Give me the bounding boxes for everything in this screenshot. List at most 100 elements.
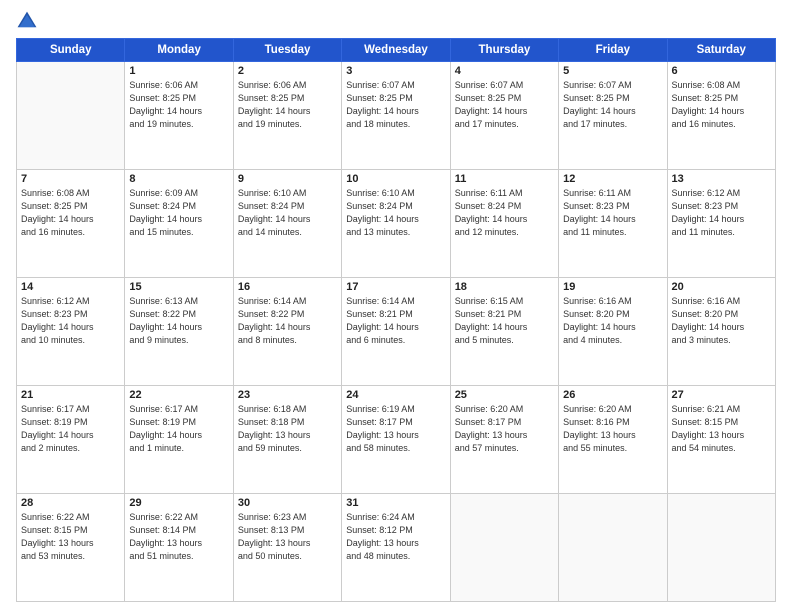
day-info: Sunrise: 6:10 AMSunset: 8:24 PMDaylight:… — [238, 187, 337, 239]
day-info: Sunrise: 6:20 AMSunset: 8:16 PMDaylight:… — [563, 403, 662, 455]
calendar-cell: 30Sunrise: 6:23 AMSunset: 8:13 PMDayligh… — [233, 494, 341, 602]
day-number: 18 — [455, 281, 554, 293]
calendar-cell: 6Sunrise: 6:08 AMSunset: 8:25 PMDaylight… — [667, 62, 775, 170]
calendar-cell: 7Sunrise: 6:08 AMSunset: 8:25 PMDaylight… — [17, 170, 125, 278]
day-number: 31 — [346, 497, 445, 509]
day-number: 12 — [563, 173, 662, 185]
calendar-cell: 27Sunrise: 6:21 AMSunset: 8:15 PMDayligh… — [667, 386, 775, 494]
day-info: Sunrise: 6:24 AMSunset: 8:12 PMDaylight:… — [346, 511, 445, 563]
calendar-cell: 3 Sunrise: 6:07 AMSunset: 8:25 PMDaylight… — [342, 62, 450, 170]
day-number: 26 — [563, 389, 662, 401]
day-info: Sunrise: 6:12 AMSunset: 8:23 PMDaylight:… — [21, 295, 120, 347]
day-number: 20 — [672, 281, 771, 293]
day-number: 2 — [238, 65, 337, 77]
day-info: Sunrise: 6:14 AMSunset: 8:21 PMDaylight:… — [346, 295, 445, 347]
weekday-header-thursday: Thursday — [450, 39, 558, 62]
header — [16, 10, 776, 32]
day-number: 29 — [129, 497, 228, 509]
day-number: 10 — [346, 173, 445, 185]
calendar-cell: 17 Sunrise: 6:14 AMSunset: 8:21 PMDayligh… — [342, 278, 450, 386]
day-number: 16 — [238, 281, 337, 293]
calendar-cell: 31 Sunrise: 6:24 AMSunset: 8:12 PMDayligh… — [342, 494, 450, 602]
day-info: Sunrise: 6:22 AMSunset: 8:15 PMDaylight:… — [21, 511, 120, 563]
day-info: Sunrise: 6:17 AMSunset: 8:19 PMDaylight:… — [21, 403, 120, 455]
weekday-header-row: SundayMondayTuesdayWednesdayThursdayFrid… — [17, 39, 776, 62]
day-number: 8 — [129, 173, 228, 185]
week-row-2: 7Sunrise: 6:08 AMSunset: 8:25 PMDaylight… — [17, 170, 776, 278]
calendar-cell: 11 Sunrise: 6:11 AMSunset: 8:24 PMDayligh… — [450, 170, 558, 278]
day-info: Sunrise: 6:12 AMSunset: 8:23 PMDaylight:… — [672, 187, 771, 239]
day-number: 25 — [455, 389, 554, 401]
day-number: 9 — [238, 173, 337, 185]
day-number: 5 — [563, 65, 662, 77]
calendar-cell: 19Sunrise: 6:16 AMSunset: 8:20 PMDayligh… — [559, 278, 667, 386]
day-info: Sunrise: 6:23 AMSunset: 8:13 PMDaylight:… — [238, 511, 337, 563]
day-number: 11 — [455, 173, 554, 185]
calendar-cell: 24 Sunrise: 6:19 AMSunset: 8:17 PMDayligh… — [342, 386, 450, 494]
calendar-cell: 29Sunrise: 6:22 AMSunset: 8:14 PMDayligh… — [125, 494, 233, 602]
calendar-cell: 4 Sunrise: 6:07 AMSunset: 8:25 PMDaylight… — [450, 62, 558, 170]
logo — [16, 10, 42, 32]
calendar-cell: 13 Sunrise: 6:12 AMSunset: 8:23 PMDayligh… — [667, 170, 775, 278]
calendar-cell: 18 Sunrise: 6:15 AMSunset: 8:21 PMDayligh… — [450, 278, 558, 386]
calendar-cell: 1 Sunrise: 6:06 AMSunset: 8:25 PMDaylight… — [125, 62, 233, 170]
day-number: 3 — [346, 65, 445, 77]
calendar-cell: 20Sunrise: 6:16 AMSunset: 8:20 PMDayligh… — [667, 278, 775, 386]
day-number: 13 — [672, 173, 771, 185]
calendar-cell: 26 Sunrise: 6:20 AMSunset: 8:16 PMDayligh… — [559, 386, 667, 494]
day-info: Sunrise: 6:13 AMSunset: 8:22 PMDaylight:… — [129, 295, 228, 347]
week-row-5: 28 Sunrise: 6:22 AMSunset: 8:15 PMDayligh… — [17, 494, 776, 602]
day-info: Sunrise: 6:20 AMSunset: 8:17 PMDaylight:… — [455, 403, 554, 455]
day-info: Sunrise: 6:10 AMSunset: 8:24 PMDaylight:… — [346, 187, 445, 239]
calendar-table: SundayMondayTuesdayWednesdayThursdayFrid… — [16, 38, 776, 602]
calendar-cell: 15 Sunrise: 6:13 AMSunset: 8:22 PMDayligh… — [125, 278, 233, 386]
calendar-cell: 22Sunrise: 6:17 AMSunset: 8:19 PMDayligh… — [125, 386, 233, 494]
calendar-cell: 2Sunrise: 6:06 AMSunset: 8:25 PMDaylight… — [233, 62, 341, 170]
day-number: 15 — [129, 281, 228, 293]
weekday-header-friday: Friday — [559, 39, 667, 62]
calendar-cell: 9 Sunrise: 6:10 AMSunset: 8:24 PMDaylight… — [233, 170, 341, 278]
calendar-cell: 12 Sunrise: 6:11 AMSunset: 8:23 PMDayligh… — [559, 170, 667, 278]
calendar-cell — [559, 494, 667, 602]
calendar-cell: 28 Sunrise: 6:22 AMSunset: 8:15 PMDayligh… — [17, 494, 125, 602]
calendar-cell — [667, 494, 775, 602]
week-row-1: 1 Sunrise: 6:06 AMSunset: 8:25 PMDaylight… — [17, 62, 776, 170]
day-number: 14 — [21, 281, 120, 293]
calendar-cell: 16 Sunrise: 6:14 AMSunset: 8:22 PMDayligh… — [233, 278, 341, 386]
page: SundayMondayTuesdayWednesdayThursdayFrid… — [0, 0, 792, 612]
day-info: Sunrise: 6:08 AMSunset: 8:25 PMDaylight:… — [21, 187, 120, 239]
day-info: Sunrise: 6:07 AMSunset: 8:25 PMDaylight:… — [455, 79, 554, 131]
day-info: Sunrise: 6:11 AMSunset: 8:23 PMDaylight:… — [563, 187, 662, 239]
day-info: Sunrise: 6:21 AMSunset: 8:15 PMDaylight:… — [672, 403, 771, 455]
day-info: Sunrise: 6:14 AMSunset: 8:22 PMDaylight:… — [238, 295, 337, 347]
weekday-header-saturday: Saturday — [667, 39, 775, 62]
day-info: Sunrise: 6:19 AMSunset: 8:17 PMDaylight:… — [346, 403, 445, 455]
day-info: Sunrise: 6:16 AMSunset: 8:20 PMDaylight:… — [563, 295, 662, 347]
calendar-cell: 14 Sunrise: 6:12 AMSunset: 8:23 PMDayligh… — [17, 278, 125, 386]
day-number: 28 — [21, 497, 120, 509]
day-info: Sunrise: 6:11 AMSunset: 8:24 PMDaylight:… — [455, 187, 554, 239]
day-number: 17 — [346, 281, 445, 293]
day-info: Sunrise: 6:07 AMSunset: 8:25 PMDaylight:… — [346, 79, 445, 131]
weekday-header-tuesday: Tuesday — [233, 39, 341, 62]
calendar-cell: 5Sunrise: 6:07 AMSunset: 8:25 PMDaylight… — [559, 62, 667, 170]
week-row-4: 21 Sunrise: 6:17 AMSunset: 8:19 PMDayligh… — [17, 386, 776, 494]
day-info: Sunrise: 6:15 AMSunset: 8:21 PMDaylight:… — [455, 295, 554, 347]
day-info: Sunrise: 6:08 AMSunset: 8:25 PMDaylight:… — [672, 79, 771, 131]
day-number: 24 — [346, 389, 445, 401]
day-number: 4 — [455, 65, 554, 77]
calendar-cell — [17, 62, 125, 170]
logo-icon — [16, 10, 38, 32]
day-info: Sunrise: 6:17 AMSunset: 8:19 PMDaylight:… — [129, 403, 228, 455]
calendar-cell: 21 Sunrise: 6:17 AMSunset: 8:19 PMDayligh… — [17, 386, 125, 494]
day-number: 23 — [238, 389, 337, 401]
calendar-cell: 25 Sunrise: 6:20 AMSunset: 8:17 PMDayligh… — [450, 386, 558, 494]
week-row-3: 14 Sunrise: 6:12 AMSunset: 8:23 PMDayligh… — [17, 278, 776, 386]
weekday-header-wednesday: Wednesday — [342, 39, 450, 62]
day-number: 1 — [129, 65, 228, 77]
calendar-cell: 10 Sunrise: 6:10 AMSunset: 8:24 PMDayligh… — [342, 170, 450, 278]
weekday-header-monday: Monday — [125, 39, 233, 62]
day-info: Sunrise: 6:06 AMSunset: 8:25 PMDaylight:… — [129, 79, 228, 131]
calendar-cell: 23Sunrise: 6:18 AMSunset: 8:18 PMDayligh… — [233, 386, 341, 494]
day-number: 21 — [21, 389, 120, 401]
